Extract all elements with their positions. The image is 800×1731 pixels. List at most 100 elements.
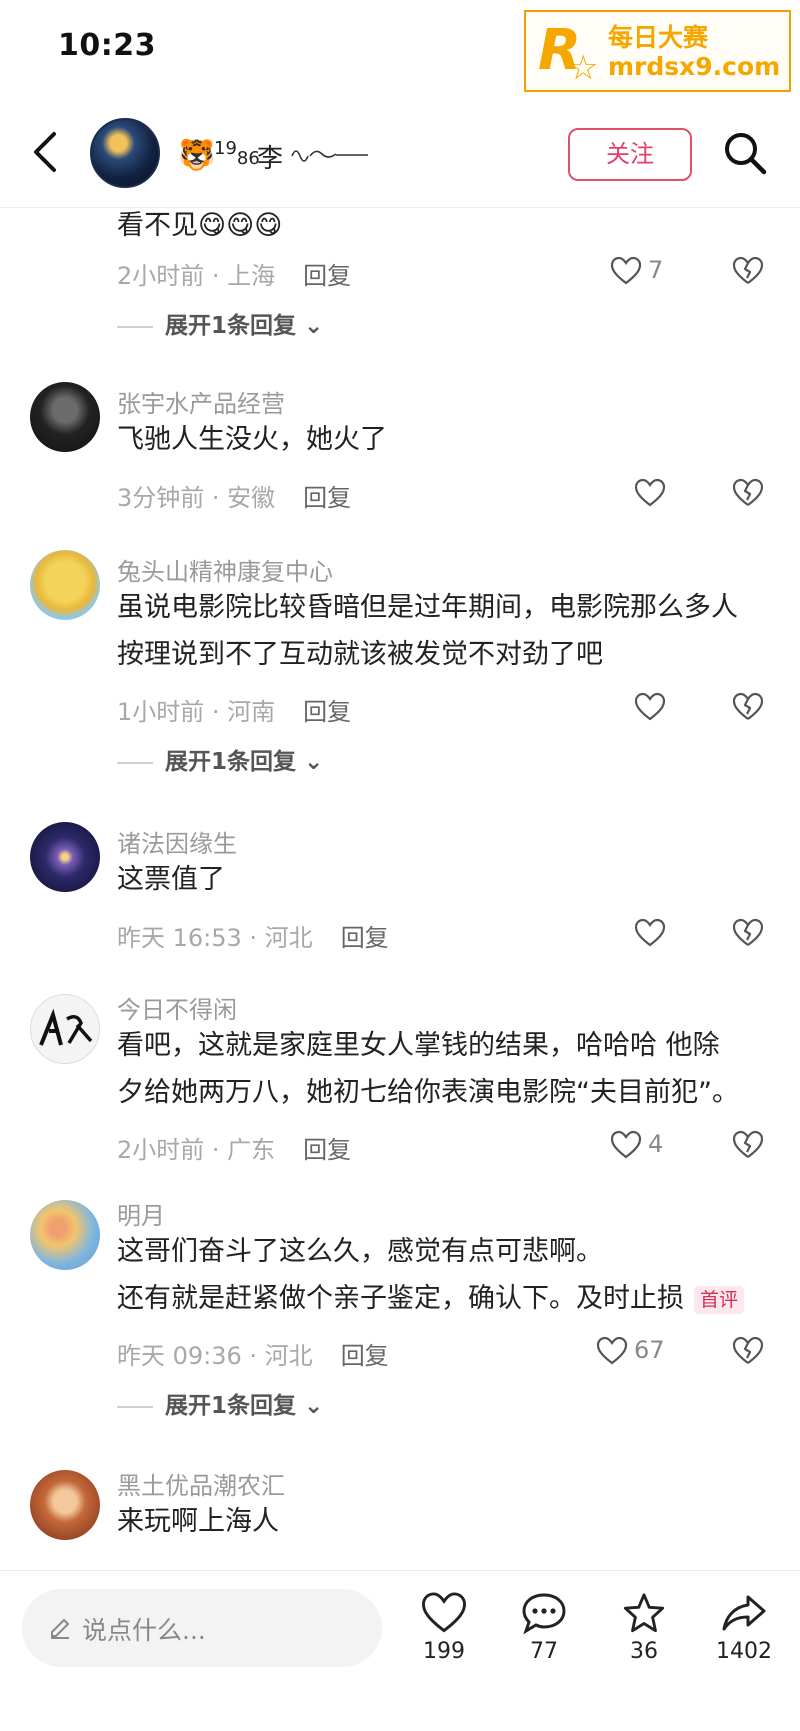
like-button[interactable] <box>610 914 700 954</box>
like-post-button[interactable]: 199 <box>404 1591 484 1691</box>
chevron-down-icon: ⌄ <box>304 749 324 775</box>
comment-post-button[interactable]: 77 <box>504 1591 584 1691</box>
like-button[interactable] <box>610 688 700 728</box>
broken-heart-icon <box>732 1336 764 1364</box>
like-post-count: 199 <box>423 1639 465 1664</box>
broken-heart-icon <box>732 1130 764 1158</box>
comment-meta: 3分钟前 · 安徽 回复 <box>117 484 352 512</box>
heart-icon <box>610 1130 642 1159</box>
comment-meta: 2小时前 · 上海 回复 <box>117 262 352 290</box>
watermark-line2: mrdsx9.com <box>608 52 781 81</box>
favorite-post-count: 36 <box>630 1639 658 1664</box>
comment-text: 这票值了 <box>117 864 225 895</box>
commenter-name[interactable]: 兔头山精神康复中心 <box>117 552 333 587</box>
author-avatar[interactable] <box>90 118 160 188</box>
comment-text-line: 看吧，这就是家庭里女人掌钱的结果，哈哈哈 他除 <box>117 1030 720 1061</box>
status-bar: 10:23 R ☆ 每日大赛 mrdsx9.com <box>0 0 800 100</box>
like-count: 4 <box>648 1130 664 1158</box>
status-time: 10:23 <box>58 28 156 63</box>
comment-text-line: 这哥们奋斗了这么久，感觉有点可悲啊。 <box>117 1236 603 1267</box>
chevron-left-icon <box>34 132 56 172</box>
reply-button[interactable]: 回复 <box>341 924 389 952</box>
like-button[interactable] <box>610 474 700 514</box>
commenter-avatar[interactable] <box>30 1470 100 1540</box>
header: 🐯 1986 李 关注 <box>0 100 800 208</box>
dislike-button[interactable] <box>732 918 768 954</box>
comment-input-placeholder: 说点什么... <box>82 1616 206 1645</box>
watermark-line1: 每日大赛 <box>608 23 709 52</box>
comment-text-line: 夕给她两万八，她初七给你表演电影院“夫目前犯”。 <box>117 1077 739 1108</box>
comment-meta: 2小时前 · 广东 回复 <box>117 1136 352 1164</box>
dislike-button[interactable] <box>732 692 768 728</box>
commenter-avatar[interactable] <box>30 822 100 892</box>
chevron-down-icon: ⌄ <box>304 313 324 339</box>
reply-button[interactable]: 回复 <box>303 484 351 512</box>
comment-meta: 1小时前 · 河南 回复 <box>117 698 352 726</box>
share-post-button[interactable]: 1402 <box>704 1591 784 1691</box>
first-comment-badge: 首评 <box>694 1285 745 1314</box>
star-icon: ☆ <box>568 48 599 88</box>
share-post-count: 1402 <box>716 1639 772 1664</box>
comment-post-count: 77 <box>530 1639 558 1664</box>
reply-button[interactable]: 回复 <box>341 1342 389 1370</box>
reply-button[interactable]: 回复 <box>303 1136 351 1164</box>
broken-heart-icon <box>732 478 764 506</box>
dislike-button[interactable] <box>732 1336 768 1372</box>
comment-list[interactable]: 看不见😋😋😋 2小时前 · 上海 回复 7 展开1条回复 ⌄ 张宇水产品经营 飞驰… <box>0 208 800 1570</box>
commenter-name[interactable]: 诸法因缘生 <box>117 824 237 859</box>
comment-text-line: 还有就是赶紧做个亲子鉴定，确认下。及时止损 首评 <box>117 1275 745 1322</box>
dislike-button[interactable] <box>732 1130 768 1166</box>
author-name[interactable]: 李 <box>257 138 283 175</box>
heart-icon <box>634 918 666 947</box>
bottom-action-bar: 说点什么... 199 77 36 1402 <box>0 1570 800 1731</box>
broken-heart-icon <box>732 918 764 946</box>
commenter-name[interactable]: 黑土优品潮农汇 <box>117 1466 285 1501</box>
commenter-name[interactable]: 张宇水产品经营 <box>117 384 285 419</box>
comment-text: 来玩啊上海人 <box>117 1506 279 1537</box>
heart-icon <box>634 478 666 507</box>
tiger-emoji-icon: 🐯 <box>178 138 216 173</box>
reply-button[interactable]: 回复 <box>303 698 351 726</box>
chevron-down-icon: ⌄ <box>304 1393 324 1419</box>
comment-bubble-icon <box>522 1593 566 1635</box>
dislike-button[interactable] <box>732 256 768 292</box>
watermark-logo: R ☆ 每日大赛 mrdsx9.com <box>524 10 791 92</box>
comment-text: 飞驰人生没火，她火了 <box>117 424 387 455</box>
heart-icon <box>596 1336 628 1365</box>
broken-heart-icon <box>732 692 764 720</box>
comment-meta: 昨天 09:36 · 河北 回复 <box>117 1342 389 1370</box>
commenter-avatar[interactable] <box>30 550 100 620</box>
back-button[interactable] <box>30 130 70 180</box>
like-button[interactable]: 67 <box>596 1332 700 1372</box>
comment-text: 看不见😋😋😋 <box>117 210 283 241</box>
author-name-numbers: 1986 <box>214 138 260 169</box>
share-arrow-icon <box>722 1595 766 1631</box>
commenter-avatar[interactable] <box>30 382 100 452</box>
search-button[interactable] <box>722 130 772 180</box>
comment-meta: 昨天 16:53 · 河北 回复 <box>117 924 389 952</box>
comment-input[interactable]: 说点什么... <box>22 1589 382 1667</box>
heart-icon <box>610 256 642 285</box>
expand-replies-button[interactable]: 展开1条回复 ⌄ <box>117 1386 323 1420</box>
favorite-post-button[interactable]: 36 <box>604 1591 684 1691</box>
pencil-icon <box>51 1618 70 1639</box>
commenter-avatar[interactable] <box>30 1200 100 1270</box>
star-icon <box>623 1593 665 1633</box>
expand-replies-button[interactable]: 展开1条回复 ⌄ <box>117 742 323 776</box>
commenter-name[interactable]: 今日不得闲 <box>117 990 237 1025</box>
search-icon <box>725 133 767 175</box>
commenter-name[interactable]: 明月 <box>117 1196 165 1231</box>
dislike-button[interactable] <box>732 478 768 514</box>
comment-text-line: 按理说到不了互动就该被发觉不对劲了吧 <box>117 639 603 670</box>
name-decoration-icon <box>291 150 368 162</box>
follow-button[interactable]: 关注 <box>568 128 692 181</box>
expand-replies-button[interactable]: 展开1条回复 ⌄ <box>117 306 323 340</box>
reply-button[interactable]: 回复 <box>303 262 351 290</box>
like-button[interactable]: 4 <box>610 1126 700 1166</box>
commenter-avatar[interactable] <box>30 994 100 1064</box>
calligraphy-avatar-icon <box>39 1008 93 1046</box>
like-count: 67 <box>634 1336 665 1364</box>
heart-icon <box>634 692 666 721</box>
like-button[interactable]: 7 <box>610 252 700 292</box>
heart-icon <box>421 1592 467 1633</box>
